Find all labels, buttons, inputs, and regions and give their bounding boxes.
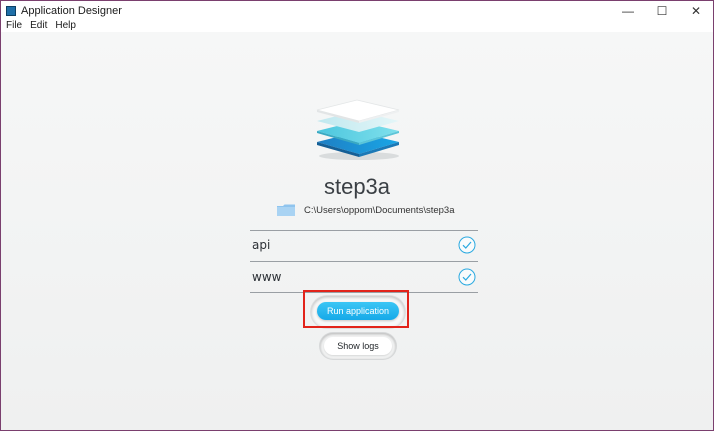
- list-item-api[interactable]: api: [252, 231, 476, 259]
- menu-bar: File Edit Help: [1, 20, 713, 32]
- highlight-box: [303, 290, 409, 328]
- item-name: www: [252, 270, 282, 284]
- item-name: api: [252, 238, 271, 252]
- layers-logo-icon: [316, 99, 400, 160]
- close-button[interactable]: ✕: [679, 1, 713, 20]
- title-bar: Application Designer — ☐ ✕: [1, 1, 713, 20]
- minimize-button[interactable]: —: [611, 1, 645, 20]
- show-logs-button[interactable]: Show logs: [324, 337, 392, 355]
- menu-help[interactable]: Help: [55, 20, 76, 32]
- project-path: C:\Users\oppom\Documents\step3a: [304, 204, 455, 216]
- menu-file[interactable]: File: [6, 20, 22, 32]
- application-window: Application Designer — ☐ ✕ File Edit Hel…: [0, 0, 714, 431]
- list-item-www[interactable]: www: [252, 263, 476, 291]
- check-circle-icon: [458, 268, 476, 286]
- menu-edit[interactable]: Edit: [30, 20, 47, 32]
- folder-icon: [277, 204, 295, 216]
- show-logs-well: Show logs: [320, 333, 396, 359]
- app-icon: [6, 5, 16, 16]
- window-controls: — ☐ ✕: [611, 1, 713, 20]
- check-circle-icon: [458, 236, 476, 254]
- window-title: Application Designer: [21, 4, 122, 17]
- main-content: step3a C:\Users\oppom\Documents\step3a a…: [1, 32, 713, 430]
- project-name: step3a: [323, 174, 391, 199]
- project-path-row: C:\Users\oppom\Documents\step3a: [277, 203, 454, 217]
- divider-middle: [250, 261, 478, 262]
- maximize-button[interactable]: ☐: [645, 1, 679, 20]
